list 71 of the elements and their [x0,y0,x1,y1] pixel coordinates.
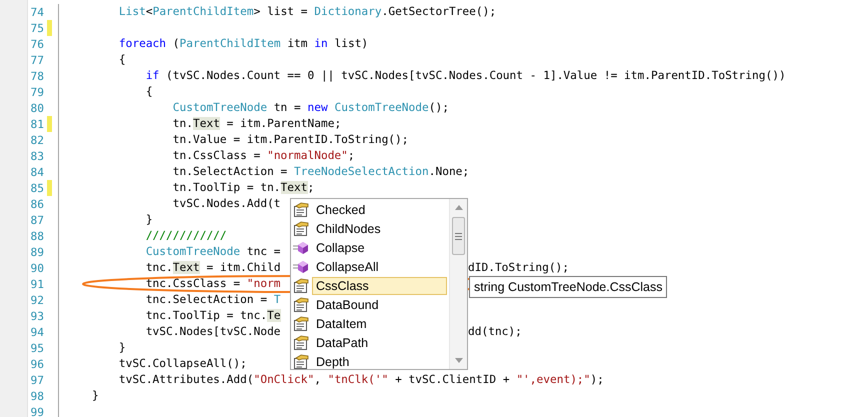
code-line: } [144,212,153,228]
completion-item[interactable]: DataPath [291,333,449,352]
cube-icon [293,240,309,256]
line-number: 93 [30,310,44,322]
code-line: tn.Value = itm.ParentID.ToString(); [172,132,409,148]
line-number: 96 [30,358,44,370]
hand-card-icon [293,296,309,312]
code-line: } [118,340,126,356]
line-number: 88 [30,230,44,242]
code-line: dd(tnc); [468,324,522,340]
line-number: 76 [30,38,44,50]
code-line: tvSC.CollapseAll(); [118,356,247,372]
line-number: 94 [30,326,44,338]
code-line: if (tvSC.Nodes.Count == 0 || tvSC.Nodes[tvSC.Nodes.Count - 1].Value != itm.ParentID.ToString()) [144,68,786,84]
hand-card-icon [293,316,309,332]
line-number: 89 [30,246,44,258]
code-line: tvSC.Nodes[tvSC.Node [144,324,282,340]
line-number: 84 [30,166,44,178]
code-line: tn.ToolTip = tn.Text; [172,180,314,196]
code-line: tvSC.Nodes.Add(t [172,196,281,212]
hand-card-icon [293,334,309,350]
line-number: 97 [30,374,44,386]
cube-icon [293,258,309,274]
completion-item[interactable]: Collapse [291,238,449,257]
line-number: 98 [30,390,44,402]
code-line: //////////// [144,228,227,244]
hand-card-icon [293,202,309,218]
line-number: 90 [30,262,44,274]
code-line: dID.ToString(); [468,260,570,276]
scrollbar-thumb[interactable] [452,217,465,255]
line-number: 95 [30,342,44,354]
line-number: 82 [30,134,44,146]
code-line: CustomTreeNode tnc = [144,244,281,260]
line-number: 92 [30,294,44,306]
line-number: 81 [30,118,44,130]
caret-up-icon [454,205,462,210]
hand-card-icon [293,278,309,294]
caret-down-icon [454,358,462,363]
line-number: 91 [30,278,44,290]
line-number: 74 [30,6,44,18]
code-line: { [144,84,153,100]
code-line: tn.CssClass = "normalNode"; [172,148,355,164]
code-line: tnc.CssClass = "norm [144,276,281,292]
code-line: tn.SelectAction = TreeNodeSelectAction.None; [172,164,470,180]
code-line: tn.Text = itm.ParentName; [172,116,342,132]
completion-item[interactable]: Depth [291,352,449,371]
completion-item[interactable]: CollapseAll [291,257,449,276]
completion-item[interactable]: ChildNodes [291,219,449,238]
code-line: } [90,388,99,404]
completion-item[interactable]: Checked [291,200,449,219]
line-number: 85 [30,182,44,194]
line-number: 79 [30,86,44,98]
hand-card-icon [293,220,309,236]
line-number: 80 [30,102,44,114]
line-number: 99 [30,406,44,417]
line-number: 77 [30,54,44,66]
line-number: 78 [30,70,44,82]
tooltip: string CustomTreeNode.CssClass [469,276,668,298]
line-number: 87 [30,214,44,226]
code-line: CustomTreeNode tn = new CustomTreeNode(); [172,100,449,116]
code-line: tvSC.Attributes.Add("OnClick", "tnClk('" + tvSC.ClientID + "',event);"); [118,372,604,388]
code-line: tnc.ToolTip = tnc.Te [144,308,281,324]
line-number: 75 [30,22,44,34]
completion-item[interactable]: DataItem [291,314,449,333]
line-number: 86 [30,198,44,210]
code-line: foreach (ParentChildItem itm in list) [118,36,368,52]
code-line: { [118,52,126,68]
line-number: 83 [30,150,44,162]
code-line: List<ParentChildItem> list = Dictionary.GetSectorTree(); [118,4,496,20]
code-line: tnc.SelectAction = T [144,292,281,308]
completion-item[interactable]: DataBound [291,295,449,314]
